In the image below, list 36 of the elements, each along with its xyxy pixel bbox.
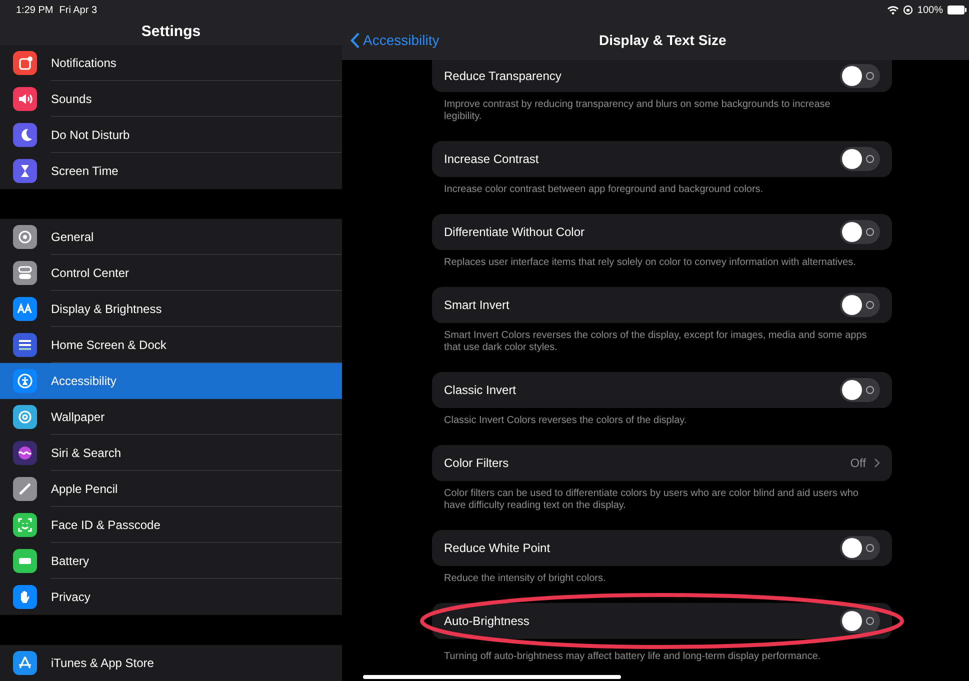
chevron-right-icon [874,458,880,468]
setting-row[interactable]: Classic Invert [432,372,892,408]
setting-footer: Increase color contrast between app foreground and background colors. [432,177,892,214]
setting-row[interactable]: Increase Contrast [432,141,892,177]
page-title: Display & Text Size [599,30,726,50]
setting-value: Off [850,455,866,472]
setting-footer: Color filters can be used to differentiate colors by users who are color blind and aid users who have difficulty reading text on the display. [432,481,892,530]
setting-footer: Turning off auto-brightness may affect battery life and long-term display performance. [432,639,892,671]
setting-row[interactable]: Color Filters Off [432,445,892,481]
toggle-switch[interactable] [840,293,880,317]
setting-row[interactable]: Smart Invert [432,287,892,323]
rotation-lock-icon [903,5,914,15]
battery-icon [947,5,967,15]
toggle-switch[interactable] [840,147,880,171]
toggle-switch[interactable] [840,378,880,402]
chevron-left-icon [350,32,360,48]
setting-footer: Smart Invert Colors reverses the colors of the display, except for images, media and some apps that use dark color styles. [432,323,892,372]
setting-footer: Improve contrast by reducing transparency and blurs on some backgrounds to increase legibility. [432,92,892,141]
toggle-switch[interactable] [840,536,880,560]
setting-row[interactable]: Reduce Transparency [432,60,892,92]
back-button[interactable]: Accessibility [342,30,440,50]
setting-footer: Replaces user interface items that rely solely on color to convey information with alternatives. [432,250,892,287]
setting-footer: Reduce the intensity of bright colors. [432,566,892,603]
wifi-icon [887,5,900,15]
toggle-switch[interactable] [840,220,880,244]
setting-row[interactable]: Differentiate Without Color [432,214,892,250]
status-date: Fri Apr 3 [59,4,98,18]
setting-row[interactable]: Auto-Brightness [432,603,892,639]
setting-row[interactable]: Reduce White Point [432,530,892,566]
toggle-switch[interactable] [840,609,880,633]
toggle-switch[interactable] [840,64,880,88]
status-time: 1:29 PM [16,4,54,18]
battery-percent: 100% [917,4,943,18]
sidebar-item[interactable]: Accessibility [0,363,342,399]
sidebar-title: Settings [141,22,201,42]
setting-footer: Classic Invert Colors reverses the colors of the display. [432,408,892,445]
